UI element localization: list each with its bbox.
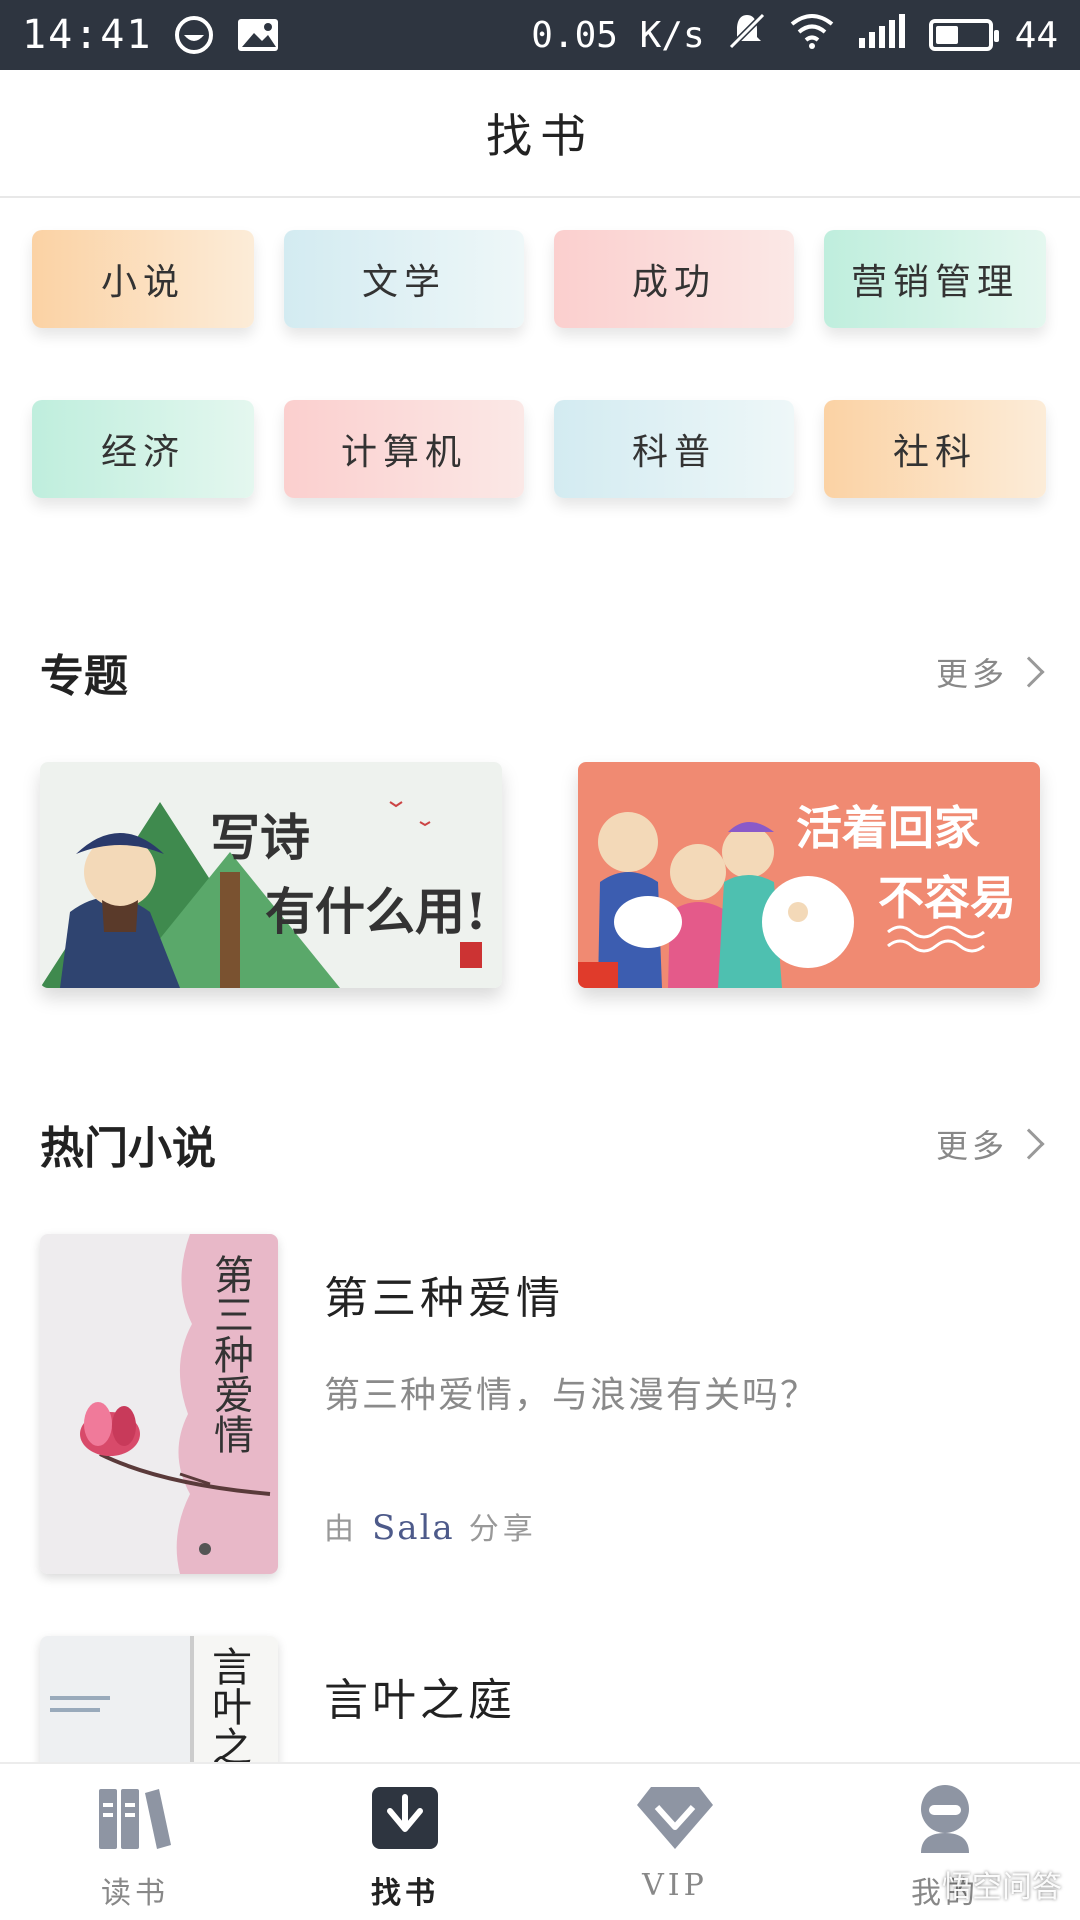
book-share-info: 由 Sala 分享 <box>324 1504 537 1548</box>
wifi-icon <box>789 12 835 59</box>
share-prefix: 由 <box>324 1512 358 1547</box>
cover-title: 第三种爱情 <box>207 1254 253 1454</box>
category-science[interactable]: 科普 <box>554 400 794 498</box>
category-success[interactable]: 成功 <box>554 230 794 328</box>
topics-more-link[interactable]: 更多 <box>935 649 1045 695</box>
signal-icon <box>857 12 907 59</box>
banner-title-line2: 有什么用! <box>265 882 487 941</box>
category-novel[interactable]: 小说 <box>32 230 254 328</box>
category-computer[interactable]: 计算机 <box>284 400 524 498</box>
share-user-link[interactable]: Sala <box>372 1508 455 1548</box>
category-social-science[interactable]: 社科 <box>824 400 1046 498</box>
battery-level: 44 <box>1014 14 1058 56</box>
notification-face-icon <box>174 15 214 55</box>
nav-tab-vip[interactable]: VIP <box>540 1764 810 1920</box>
banner-title-line1: 活着回家 <box>796 801 980 855</box>
topic-banner-going-home[interactable]: 活着回家 不容易 <box>578 762 1040 988</box>
chevron-right-icon <box>1013 1128 1045 1160</box>
battery-fill <box>935 26 958 44</box>
topics-title: 专题 <box>40 651 128 702</box>
category-literature[interactable]: 文学 <box>284 230 524 328</box>
nav-label: 读书 <box>101 1876 169 1911</box>
battery-icon <box>928 19 999 51</box>
topics-header: 专题 更多 <box>40 640 1045 704</box>
status-time: 14:41 <box>22 12 153 58</box>
nav-tab-find[interactable]: 找书 <box>270 1764 540 1920</box>
hot-novels-more-link[interactable]: 更多 <box>935 1121 1045 1167</box>
category-marketing[interactable]: 营销管理 <box>824 230 1046 328</box>
profile-icon <box>905 1778 985 1858</box>
category-economy[interactable]: 经济 <box>32 400 254 498</box>
image-notification-icon <box>236 17 280 53</box>
book-item[interactable]: 第三种爱情 第三种爱情 第三种爱情，与浪漫有关吗？ 由 Sala 分享 <box>40 1234 1040 1574</box>
book-title[interactable]: 言叶之庭 <box>324 1664 1040 1728</box>
bottom-nav: 读书 找书 VIP 我的 悟空问答 <box>0 1762 1080 1920</box>
watermark: 悟空问答 <box>942 1870 1062 1905</box>
hot-novels-more-label: 更多 <box>935 1127 1008 1165</box>
share-suffix: 分享 <box>468 1512 537 1547</box>
status-bar: 14:41 0.05 K/s 44 <box>0 0 1080 70</box>
book-description: 第三种爱情，与浪漫有关吗？ <box>324 1375 819 1416</box>
find-book-icon <box>365 1778 445 1858</box>
book-cover[interactable]: 第三种爱情 <box>40 1234 278 1574</box>
diamond-icon <box>635 1778 715 1858</box>
nav-label: 找书 <box>371 1876 439 1911</box>
banner-title-line2: 不容易 <box>878 871 1016 925</box>
book-info: 第三种爱情 第三种爱情，与浪漫有关吗？ 由 Sala 分享 <box>324 1234 1040 1574</box>
page-header: 找书 <box>0 70 1080 198</box>
nav-label: VIP <box>642 1868 708 1903</box>
topic-banner-poetry[interactable]: 写诗 有什么用! <box>40 762 502 988</box>
mute-icon <box>727 11 767 60</box>
page-title: 找书 <box>486 109 594 163</box>
book-title[interactable]: 第三种爱情 <box>324 1262 1040 1326</box>
banner-title-line1: 写诗 <box>210 808 310 867</box>
bookshelf-icon <box>95 1778 175 1858</box>
nav-tab-read[interactable]: 读书 <box>0 1764 270 1920</box>
category-grid: 小说 文学 成功 营销管理 经济 计算机 科普 社科 <box>32 230 1050 498</box>
network-speed: 0.05 K/s <box>531 14 705 56</box>
topics-more-label: 更多 <box>935 655 1008 693</box>
chevron-right-icon <box>1013 656 1045 688</box>
hot-novels-title: 热门小说 <box>40 1123 216 1174</box>
hot-novels-header: 热门小说 更多 <box>40 1112 1045 1176</box>
